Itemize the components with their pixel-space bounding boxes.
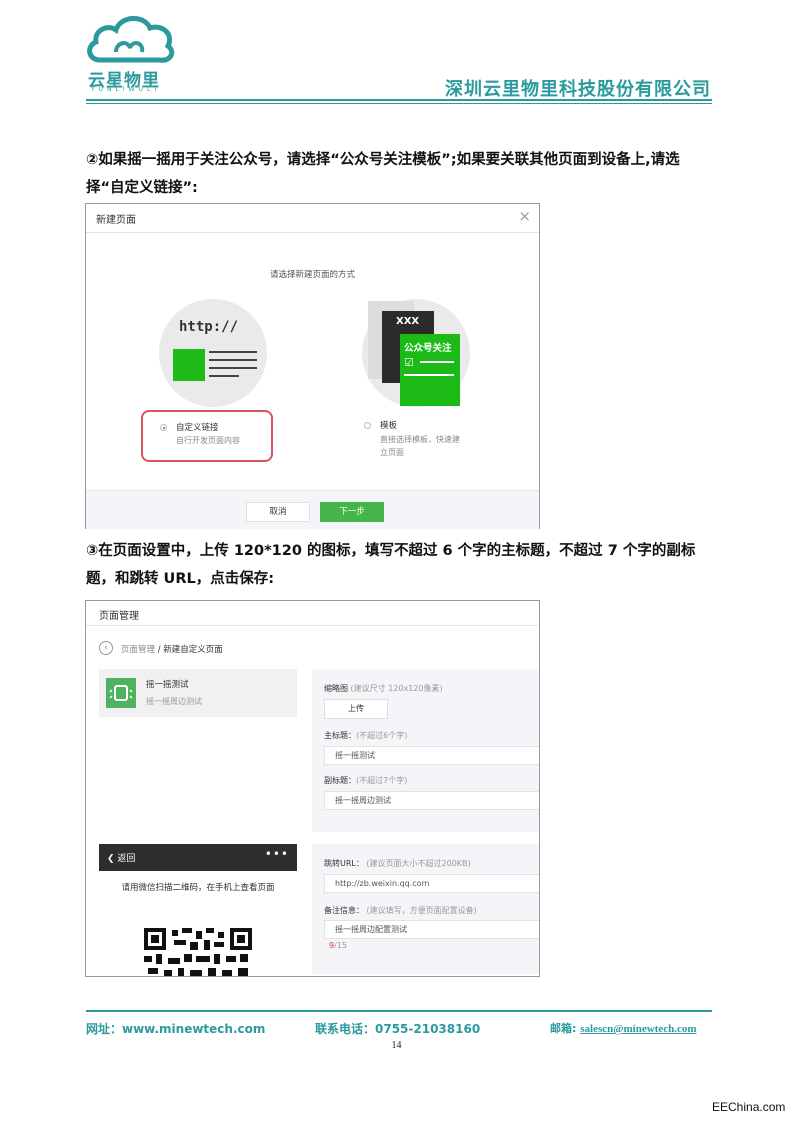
shake-hand-icon xyxy=(106,678,136,708)
back-circle-icon[interactable]: ‹ xyxy=(99,641,113,655)
dialog-titlebar: 新建页面 × xyxy=(86,204,539,233)
close-icon[interactable]: × xyxy=(518,207,531,225)
template-desc-line1: 直接选择模板，快速建 xyxy=(380,435,460,444)
breadcrumb: 页面管理 / 新建自定义页面 xyxy=(121,643,223,655)
settings-panel-top: 缩略图 (建议尺寸 120x120像素) 上传 主标题：(不超过6个字) 摇一摇… xyxy=(312,669,539,832)
phone-back-label: 返回 xyxy=(117,854,136,864)
url-hint: (建议页面大小不超过200KB) xyxy=(366,859,471,868)
phone-back-button[interactable]: ❮ 返回 xyxy=(107,851,135,864)
thumbnail-hint: (建议尺寸 120x120像素) xyxy=(350,684,443,693)
http-text: http:// xyxy=(179,319,239,335)
header-rule-thin xyxy=(86,103,712,104)
subtitle-input[interactable]: 摇一摇周边测试 xyxy=(324,791,539,810)
logo-subtext: YUNLIWULI xyxy=(91,86,161,93)
image-placeholder-icon xyxy=(173,349,205,381)
breadcrumb-current: 新建自定义页面 xyxy=(163,645,223,655)
page-manager-screen: 页面管理 ‹ 页面管理 / 新建自定义页面 摇一摇测试 摇一摇周边测试 缩略图 … xyxy=(85,600,540,977)
footer-rule xyxy=(86,1010,712,1012)
phone-scan-message: 请用微信扫描二维码，在手机上查看页面 xyxy=(121,883,275,893)
header-rule xyxy=(86,99,712,101)
text-line xyxy=(209,375,239,377)
main-title-hint: (不超过6个字) xyxy=(356,731,408,740)
follow-text: 公众号关注 xyxy=(404,343,452,354)
qr-code-icon xyxy=(144,928,252,976)
url-label: 跳转URL： (建议页面大小不超过200KB) xyxy=(324,858,471,869)
settings-panel-bottom: 跳转URL： (建议页面大小不超过200KB) http://zb.weixin… xyxy=(312,844,539,974)
char-counter: 9/15 xyxy=(329,941,347,950)
upload-button[interactable]: 上传 xyxy=(324,699,388,719)
next-step-button[interactable]: 下一步 xyxy=(320,502,384,522)
note-label: 备注信息： (建议填写，方便页面配置设备) xyxy=(324,905,477,916)
subtitle-label: 副标题：(不超过7个字) xyxy=(324,775,407,786)
note-label-text: 备注信息： xyxy=(324,906,364,915)
manager-title: 页面管理 xyxy=(99,611,139,622)
thumbnail-label-text: 缩略图 xyxy=(324,684,348,693)
custom-link-desc: 自行开发页面内容 xyxy=(176,436,240,445)
dialog-title: 新建页面 xyxy=(96,215,136,226)
subtitle-hint: (不超过7个字) xyxy=(356,776,408,785)
manager-divider xyxy=(86,625,539,626)
note-hint: (建议填写，方便页面配置设备) xyxy=(366,906,477,915)
url-label-text: 跳转URL： xyxy=(324,859,364,868)
footer-email: 邮箱: salescn@minewtech.com xyxy=(550,1020,697,1036)
note-input[interactable]: 摇一摇周边配置测试 xyxy=(324,920,539,939)
step3-instruction: ③在页面设置中，上传 120*120 的图标，填写不超过 6 个字的主标题，不超… xyxy=(86,543,696,587)
dialog-prompt: 请选择新建页面的方式 xyxy=(269,270,355,280)
char-count-max: /15 xyxy=(334,941,347,950)
radio-custom-link[interactable] xyxy=(160,424,167,431)
text-line xyxy=(420,361,454,363)
dialog-footer: 取消 下一步 xyxy=(86,490,539,529)
card-title: 摇一摇测试 xyxy=(146,680,189,690)
watermark: EEChina.com xyxy=(712,1100,786,1114)
step2-instruction: ②如果摇一摇用于关注公众号，请选择“公众号关注模板”;如果要关联其他页面到设备上… xyxy=(86,152,680,196)
check-icon: ☑ xyxy=(404,356,414,369)
breadcrumb-root[interactable]: 页面管理 xyxy=(121,645,155,655)
cancel-button[interactable]: 取消 xyxy=(246,502,310,522)
text-line xyxy=(404,374,454,376)
new-page-dialog: 新建页面 × 请选择新建页面的方式 http:// 自定义链接 自行开发页面内容… xyxy=(85,203,540,529)
option-custom-link[interactable]: 自定义链接 自行开发页面内容 xyxy=(141,410,273,462)
company-name: 深圳云里物里科技股份有限公司 xyxy=(445,79,711,100)
shake-icon-svg xyxy=(109,685,133,701)
card-subtitle: 摇一摇周边测试 xyxy=(146,697,202,706)
text-line xyxy=(209,359,257,361)
xxx-text: XXX xyxy=(396,316,420,327)
url-input[interactable]: http://zb.weixin.qq.com xyxy=(324,874,539,893)
footer-email-label: 邮箱: xyxy=(550,1022,577,1035)
template-illustration: XXX 公众号关注 ☑ xyxy=(362,299,470,407)
main-title-label: 主标题：(不超过6个字) xyxy=(324,730,407,741)
template-label: 模板 xyxy=(380,421,398,431)
link-illustration: http:// xyxy=(159,299,267,407)
thumbnail-label: 缩略图 (建议尺寸 120x120像素) xyxy=(324,683,443,694)
custom-link-label: 自定义链接 xyxy=(176,423,219,433)
cloud-logo-icon xyxy=(87,16,175,63)
subtitle-label-text: 副标题： xyxy=(324,776,356,785)
main-title-label-text: 主标题： xyxy=(324,731,356,740)
text-line xyxy=(209,367,257,369)
footer-website: 网址：www.minewtech.com xyxy=(86,1022,266,1036)
main-title-input[interactable]: 摇一摇测试 xyxy=(324,746,539,765)
template-desc: 直接选择模板，快速建 立页面 xyxy=(380,433,460,459)
footer-email-link[interactable]: salescn@minewtech.com xyxy=(580,1023,696,1035)
page-number: 14 xyxy=(391,1040,402,1051)
text-line xyxy=(209,351,257,353)
footer-phone: 联系电话：0755-21038160 xyxy=(315,1022,481,1036)
more-icon[interactable]: ••• xyxy=(265,847,289,861)
radio-template[interactable] xyxy=(364,422,371,429)
template-desc-line2: 立页面 xyxy=(380,448,404,457)
phone-preview-bar: ❮ 返回 ••• xyxy=(99,844,297,871)
template-card-green: 公众号关注 ☑ xyxy=(400,334,460,406)
page-preview-card[interactable]: 摇一摇测试 摇一摇周边测试 xyxy=(99,669,297,717)
